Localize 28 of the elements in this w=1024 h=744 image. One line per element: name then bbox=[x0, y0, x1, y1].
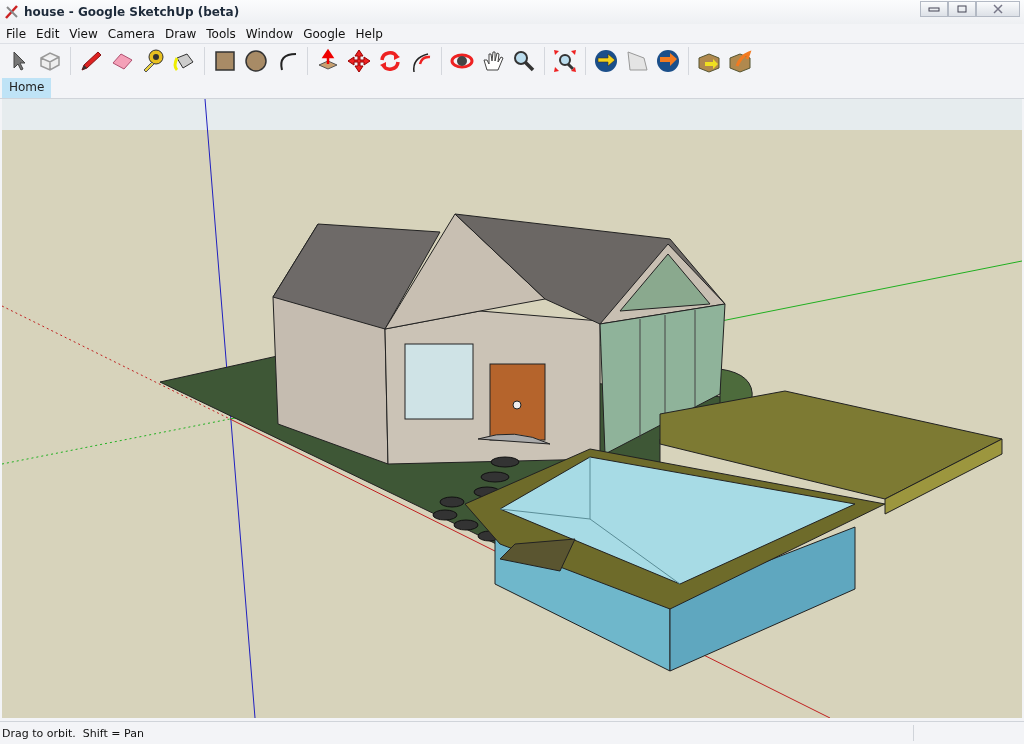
window-title: house - Google SketchUp (beta) bbox=[24, 5, 241, 19]
status-text: Drag to orbit. Shift = Pan bbox=[2, 726, 145, 740]
minimize-icon bbox=[928, 5, 940, 13]
minimize-button[interactable] bbox=[920, 1, 948, 17]
magnifier-icon[interactable] bbox=[511, 48, 537, 74]
circle-icon[interactable] bbox=[243, 48, 269, 74]
move-arrows-icon[interactable] bbox=[346, 48, 372, 74]
menu-item[interactable]: Edit bbox=[32, 26, 66, 41]
menu-item[interactable]: File bbox=[2, 26, 33, 41]
maximize-icon bbox=[957, 5, 967, 13]
menu-item[interactable]: Help bbox=[351, 26, 389, 41]
menu-item[interactable]: Camera bbox=[103, 26, 161, 41]
close-icon bbox=[992, 4, 1004, 14]
square-icon[interactable] bbox=[212, 48, 238, 74]
rotate-arrows-icon[interactable] bbox=[377, 48, 403, 74]
hand-icon[interactable] bbox=[480, 48, 506, 74]
menu-item[interactable]: Tools bbox=[202, 26, 242, 41]
menu-item[interactable]: Draw bbox=[160, 26, 203, 41]
app-icon bbox=[4, 4, 20, 20]
menu-item[interactable]: Window bbox=[241, 26, 300, 41]
maximize-button[interactable] bbox=[948, 1, 976, 17]
menu-item[interactable]: Google bbox=[299, 26, 352, 41]
close-button[interactable] bbox=[976, 1, 1020, 17]
globe-icon[interactable] bbox=[655, 48, 681, 74]
globe-icon[interactable] bbox=[593, 48, 619, 74]
scene-tab[interactable]: Home bbox=[2, 78, 52, 98]
zoom-extents-icon[interactable] bbox=[552, 48, 578, 74]
menu-item[interactable]: View bbox=[65, 26, 104, 41]
